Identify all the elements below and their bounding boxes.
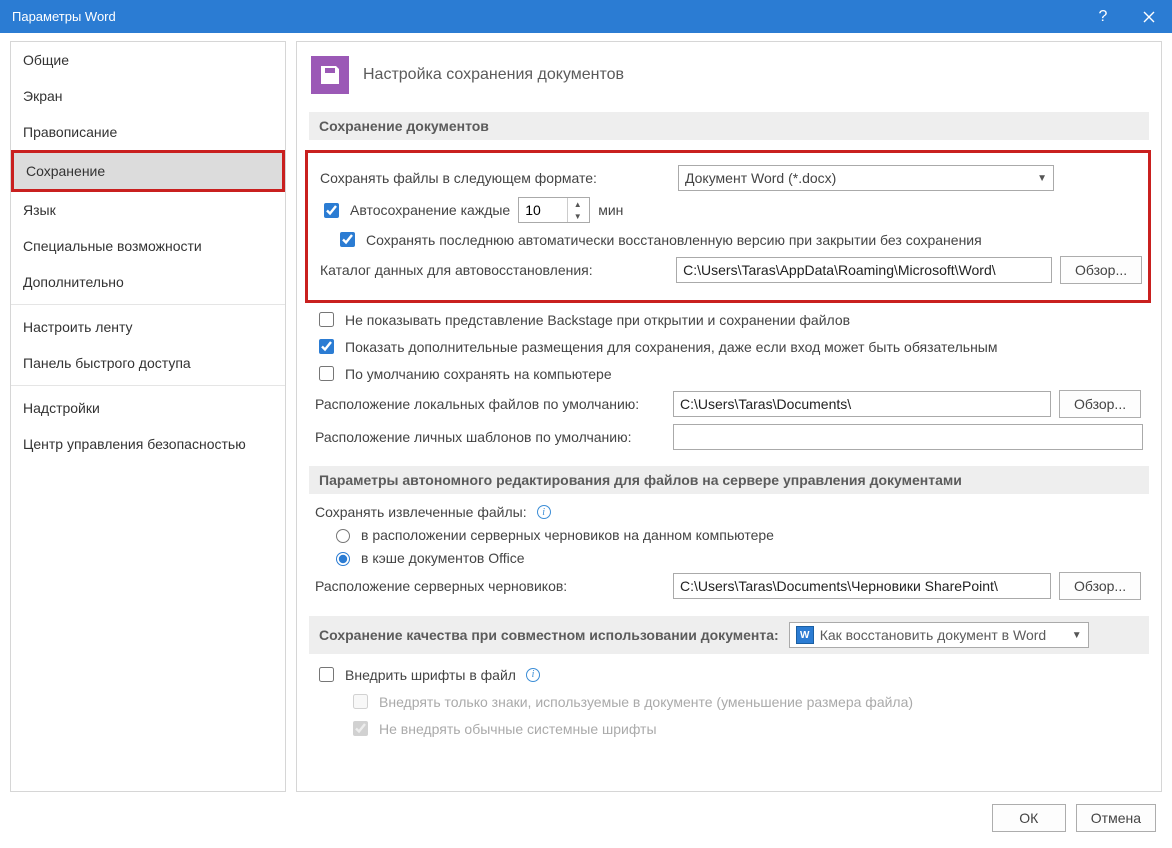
server-drafts-location-label: Расположение серверных черновиков: — [315, 578, 665, 594]
local-default-label: Расположение локальных файлов по умолчан… — [315, 396, 665, 412]
autorecover-browse-button[interactable]: Обзор... — [1060, 256, 1142, 284]
local-default-input[interactable] — [673, 391, 1051, 417]
info-icon[interactable]: i — [537, 505, 551, 519]
autosave-interval-spinner[interactable]: ▲▼ — [518, 197, 590, 223]
autosave-label: Автосохранение каждые — [350, 202, 510, 218]
chevron-down-icon: ▼ — [1072, 630, 1082, 641]
no-backstage-label: Не показывать представление Backstage пр… — [345, 312, 850, 328]
options-panel: Настройка сохранения документов Сохранен… — [296, 41, 1162, 792]
section-save-documents: Сохранение документов — [309, 112, 1149, 140]
embed-subset-checkbox: Внедрять только знаки, используемые в до… — [349, 691, 913, 712]
fidelity-document-select[interactable]: W Как восстановить документ в Word ▼ — [789, 622, 1089, 648]
nav-language[interactable]: Язык — [11, 192, 285, 228]
nav-separator — [11, 304, 285, 305]
close-icon — [1143, 11, 1155, 23]
spin-down-icon[interactable]: ▼ — [568, 210, 587, 222]
nav-proofing[interactable]: Правописание — [11, 114, 285, 150]
show-additional-locations-checkbox[interactable]: Показать дополнительные размещения для с… — [315, 336, 998, 357]
panel-header: Настройка сохранения документов — [311, 56, 1149, 94]
autosave-interval-value[interactable] — [519, 198, 567, 222]
autorecover-dir-label: Каталог данных для автовосстановления: — [320, 262, 668, 278]
no-system-fonts-label: Не внедрять обычные системные шрифты — [379, 721, 657, 737]
default-save-to-pc-checkbox[interactable]: По умолчанию сохранять на компьютере — [315, 363, 612, 384]
fidelity-document-value: Как восстановить документ в Word — [820, 627, 1046, 643]
nav-general[interactable]: Общие — [11, 42, 285, 78]
ok-button[interactable]: ОК — [992, 804, 1066, 832]
file-format-label: Сохранять файлы в следующем формате: — [320, 170, 670, 186]
autosave-checkbox[interactable]: Автосохранение каждые — [320, 200, 510, 221]
section-fidelity: Сохранение качества при совместном испол… — [309, 616, 1149, 654]
default-save-to-pc-label: По умолчанию сохранять на компьютере — [345, 366, 612, 382]
templates-default-input[interactable] — [673, 424, 1143, 450]
nav-save[interactable]: Сохранение — [11, 150, 285, 192]
keep-last-autorecover-label: Сохранять последнюю автоматически восста… — [366, 232, 982, 248]
server-drafts-location-input[interactable] — [673, 573, 1051, 599]
section-offline-editing: Параметры автономного редактирования для… — [309, 466, 1149, 494]
word-document-icon: W — [796, 626, 814, 644]
no-system-fonts-checkbox: Не внедрять обычные системные шрифты — [349, 718, 657, 739]
autorecover-dir-input[interactable] — [676, 257, 1052, 283]
nav-display[interactable]: Экран — [11, 78, 285, 114]
nav-separator — [11, 385, 285, 386]
nav-addins[interactable]: Надстройки — [11, 390, 285, 426]
nav-trust-center[interactable]: Центр управления безопасностью — [11, 426, 285, 462]
close-button[interactable] — [1126, 0, 1172, 33]
embed-fonts-checkbox[interactable]: Внедрить шрифты в файл — [315, 664, 516, 685]
titlebar: Параметры Word ? — [0, 0, 1172, 33]
server-drafts-radio-label: в расположении серверных черновиков на д… — [361, 527, 774, 543]
highlighted-region: Сохранять файлы в следующем формате: Док… — [305, 150, 1151, 303]
window-title: Параметры Word — [12, 9, 1080, 24]
save-checked-out-label: Сохранять извлеченные файлы: — [315, 504, 527, 520]
embed-subset-label: Внедрять только знаки, используемые в до… — [379, 694, 913, 710]
nav-advanced[interactable]: Дополнительно — [11, 264, 285, 300]
info-icon[interactable]: i — [526, 668, 540, 682]
cancel-button[interactable]: Отмена — [1076, 804, 1156, 832]
file-format-value: Документ Word (*.docx) — [685, 170, 836, 186]
autosave-unit: мин — [598, 202, 623, 218]
no-backstage-checkbox[interactable]: Не показывать представление Backstage пр… — [315, 309, 850, 330]
help-button[interactable]: ? — [1080, 0, 1126, 33]
templates-default-label: Расположение личных шаблонов по умолчани… — [315, 429, 665, 445]
office-cache-radio[interactable]: в кэше документов Office — [331, 549, 525, 566]
nav-customize-ribbon[interactable]: Настроить ленту — [11, 309, 285, 345]
show-additional-locations-label: Показать дополнительные размещения для с… — [345, 339, 998, 355]
category-sidebar: Общие Экран Правописание Сохранение Язык… — [10, 41, 286, 792]
dialog-footer: ОК Отмена — [0, 792, 1172, 848]
save-icon — [311, 56, 349, 94]
chevron-down-icon: ▼ — [1037, 173, 1047, 184]
panel-title: Настройка сохранения документов — [363, 66, 624, 84]
server-drafts-browse-button[interactable]: Обзор... — [1059, 572, 1141, 600]
file-format-select[interactable]: Документ Word (*.docx) ▼ — [678, 165, 1054, 191]
embed-fonts-label: Внедрить шрифты в файл — [345, 667, 516, 683]
server-drafts-radio[interactable]: в расположении серверных черновиков на д… — [331, 526, 774, 543]
keep-last-autorecover-checkbox[interactable]: Сохранять последнюю автоматически восста… — [336, 229, 982, 250]
office-cache-radio-label: в кэше документов Office — [361, 550, 525, 566]
section-fidelity-label: Сохранение качества при совместном испол… — [319, 627, 779, 643]
nav-accessibility[interactable]: Специальные возможности — [11, 228, 285, 264]
spin-up-icon[interactable]: ▲ — [568, 198, 587, 210]
local-default-browse-button[interactable]: Обзор... — [1059, 390, 1141, 418]
nav-quick-access[interactable]: Панель быстрого доступа — [11, 345, 285, 381]
